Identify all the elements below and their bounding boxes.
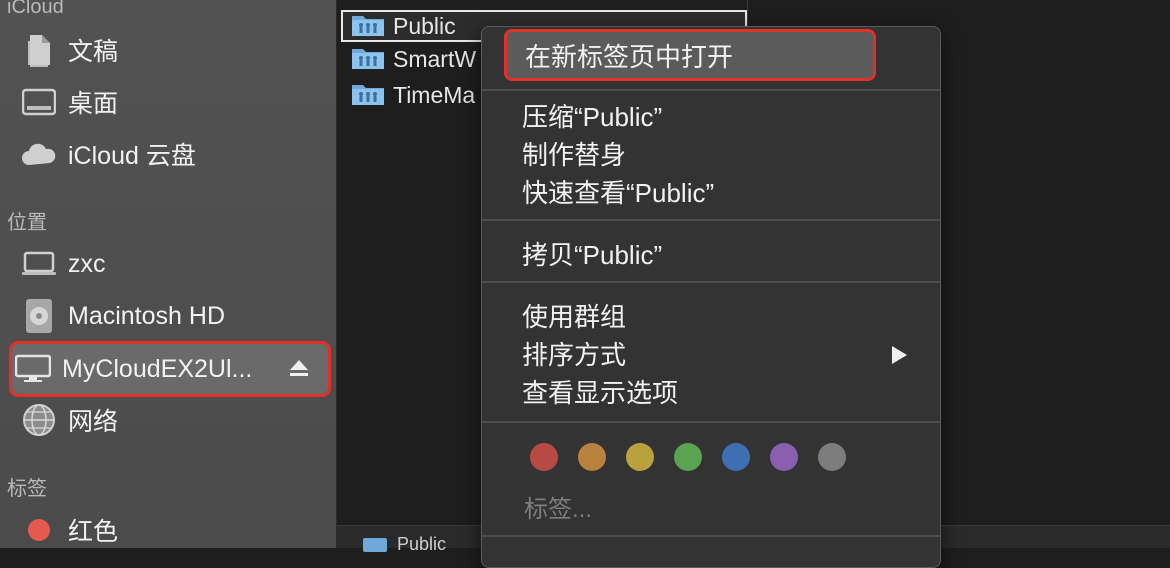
tag-orange-dot[interactable] [578, 443, 606, 471]
menu-item-sort-by[interactable]: 排序方式 [522, 335, 907, 372]
tag-red-dot[interactable] [530, 443, 558, 471]
menu-item-label: 排序方式 [522, 340, 627, 370]
menu-item-open-in-new-tab[interactable]: 在新标签页中打开 [504, 29, 876, 81]
folder-icon [363, 537, 387, 552]
monitor-icon [12, 351, 54, 387]
file-name: SmartW [393, 45, 477, 72]
file-name: Public [393, 12, 456, 39]
shared-folder-icon [351, 82, 385, 108]
sidebar-item-tag-red[interactable]: 红色 [18, 508, 330, 552]
menu-item-compress[interactable]: 压缩“Public” [522, 97, 662, 134]
sidebar-item-label: 红色 [68, 518, 119, 546]
laptop-icon [18, 246, 60, 282]
sidebar-item-label: 文稿 [68, 38, 119, 66]
tag-green-dot[interactable] [674, 443, 702, 471]
hard-drive-icon [18, 298, 60, 334]
section-title-locations: 位置 [7, 212, 47, 234]
menu-separator [482, 89, 940, 91]
tag-color-picker [530, 443, 846, 471]
menu-item-quick-look[interactable]: 快速查看“Public” [522, 173, 714, 210]
network-globe-icon [18, 402, 60, 438]
section-title-icloud: iCloud [7, 0, 64, 18]
menu-separator [482, 421, 940, 423]
sidebar-item-label: Macintosh HD [68, 301, 225, 330]
eject-icon[interactable] [288, 356, 310, 385]
sidebar-item-label: iCloud 云盘 [68, 142, 196, 170]
sidebar-item-label: 桌面 [68, 90, 119, 118]
sidebar-item-documents[interactable]: 文稿 [18, 28, 330, 72]
document-icon [18, 32, 60, 68]
menu-item-tags[interactable]: 标签... [524, 489, 592, 524]
shared-folder-icon [351, 13, 385, 39]
shared-folder-icon [351, 46, 385, 72]
sidebar-item-network[interactable]: 网络 [18, 398, 330, 442]
sidebar-item-label: 网络 [68, 408, 119, 436]
menu-item-copy[interactable]: 拷贝“Public” [522, 235, 662, 272]
sidebar-item-label: zxc [68, 249, 106, 278]
file-name: TimeMa [393, 81, 476, 108]
path-crumb[interactable]: Public [363, 534, 446, 555]
sidebar-item-label: MyCloudEX2Ul... [62, 354, 253, 383]
tag-blue-dot[interactable] [722, 443, 750, 471]
sidebar: iCloud 文稿 桌面 iCloud 云盘 位置 zxc Macintosh … [0, 0, 337, 548]
menu-item-use-groups[interactable]: 使用群组 [522, 297, 626, 334]
menu-item-make-alias[interactable]: 制作替身 [522, 135, 626, 172]
path-crumb-label: Public [397, 534, 447, 554]
tag-purple-dot[interactable] [770, 443, 798, 471]
cloud-icon [18, 136, 60, 172]
menu-separator [482, 535, 940, 537]
desktop-icon [18, 84, 60, 120]
tag-gray-dot[interactable] [818, 443, 846, 471]
sidebar-item-icloud-drive[interactable]: iCloud 云盘 [18, 132, 330, 176]
menu-item-show-view-options[interactable]: 查看显示选项 [522, 373, 678, 410]
red-tag-dot-icon [18, 512, 60, 548]
sidebar-item-macintosh-hd[interactable]: Macintosh HD [18, 294, 330, 338]
menu-separator [482, 219, 940, 221]
tag-yellow-dot[interactable] [626, 443, 654, 471]
menu-separator [482, 281, 940, 283]
submenu-arrow-icon [890, 341, 908, 372]
sidebar-item-mycloudex2[interactable]: MyCloudEX2Ul... [9, 341, 331, 397]
context-menu: 在新标签页中打开 压缩“Public” 制作替身 快速查看“Public” 拷贝… [481, 26, 941, 568]
sidebar-item-desktop[interactable]: 桌面 [18, 80, 330, 124]
sidebar-item-zxc[interactable]: zxc [18, 242, 330, 286]
section-title-tags: 标签 [7, 478, 47, 500]
